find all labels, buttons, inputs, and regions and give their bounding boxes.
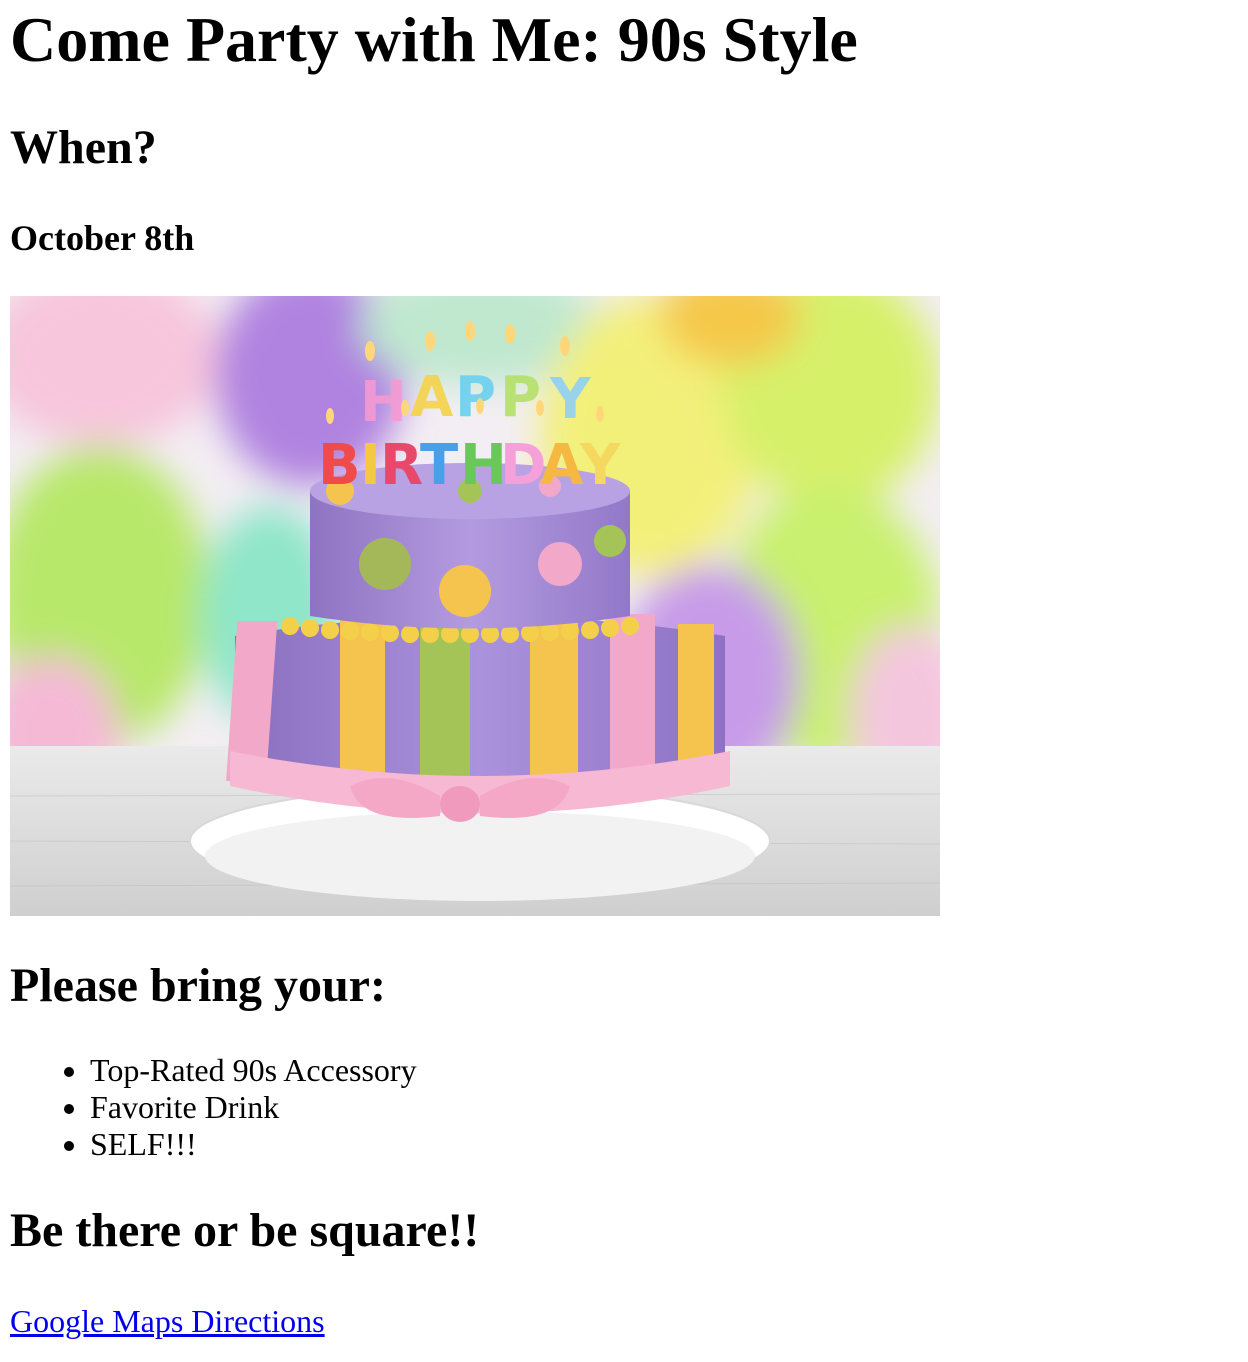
when-heading: When? — [10, 121, 157, 174]
closing-heading: Be there or be square!! — [10, 1204, 480, 1257]
svg-text:A: A — [410, 365, 454, 430]
list-item: Top-Rated 90s Accessory — [90, 1052, 1248, 1089]
svg-text:B: B — [318, 433, 361, 498]
birthday-cake-illustration: H A P P Y B I R T H D A Y — [10, 296, 940, 916]
birthday-cake-image: H A P P Y B I R T H D A Y — [10, 296, 940, 916]
svg-text:A: A — [540, 433, 584, 498]
svg-text:Y: Y — [579, 433, 622, 498]
party-date: October 8th — [10, 218, 195, 258]
list-item: SELF!!! — [90, 1126, 1248, 1163]
list-item: Favorite Drink — [90, 1089, 1248, 1126]
page-title: Come Party with Me: 90s Style — [10, 4, 858, 75]
svg-text:T: T — [420, 433, 458, 498]
svg-text:I: I — [360, 433, 381, 498]
google-maps-directions-link[interactable]: Google Maps Directions — [10, 1303, 325, 1340]
bring-list: Top-Rated 90s Accessory Favorite Drink S… — [10, 1052, 1248, 1163]
svg-text:Y: Y — [549, 367, 592, 432]
svg-text:R: R — [380, 433, 423, 498]
svg-text:P: P — [455, 365, 496, 430]
svg-text:P: P — [500, 365, 541, 430]
bring-heading: Please bring your: — [10, 959, 386, 1012]
party-invitation-page: Come Party with Me: 90s Style When? Octo… — [0, 0, 1248, 1340]
svg-text:H: H — [360, 370, 407, 435]
